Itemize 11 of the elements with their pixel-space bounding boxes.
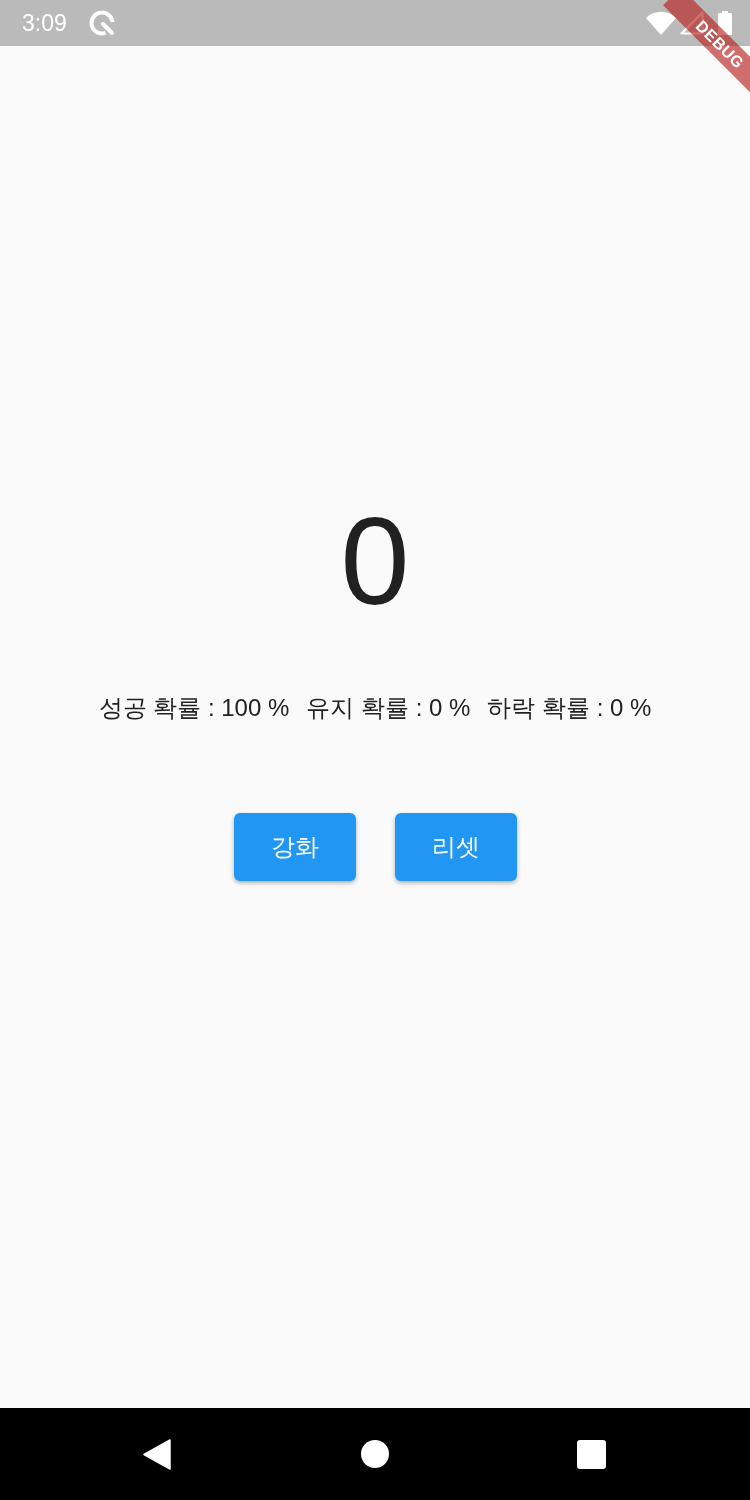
probability-text: 성공 확률 : 100 % xyxy=(98,693,290,722)
probability-text: 하락 확률 : 0 % xyxy=(487,693,652,722)
home-icon[interactable] xyxy=(361,1440,389,1468)
action-button[interactable]: 강화 xyxy=(233,813,356,881)
counter-value: 0 xyxy=(340,499,410,623)
action-button[interactable]: 리셋 xyxy=(394,813,517,881)
back-icon[interactable] xyxy=(143,1439,171,1470)
wifi-icon xyxy=(646,11,676,35)
ring-icon xyxy=(87,9,116,37)
status-time: 3:09 xyxy=(22,11,67,35)
probability-text: 유지 확률 : 0 % xyxy=(306,693,471,722)
